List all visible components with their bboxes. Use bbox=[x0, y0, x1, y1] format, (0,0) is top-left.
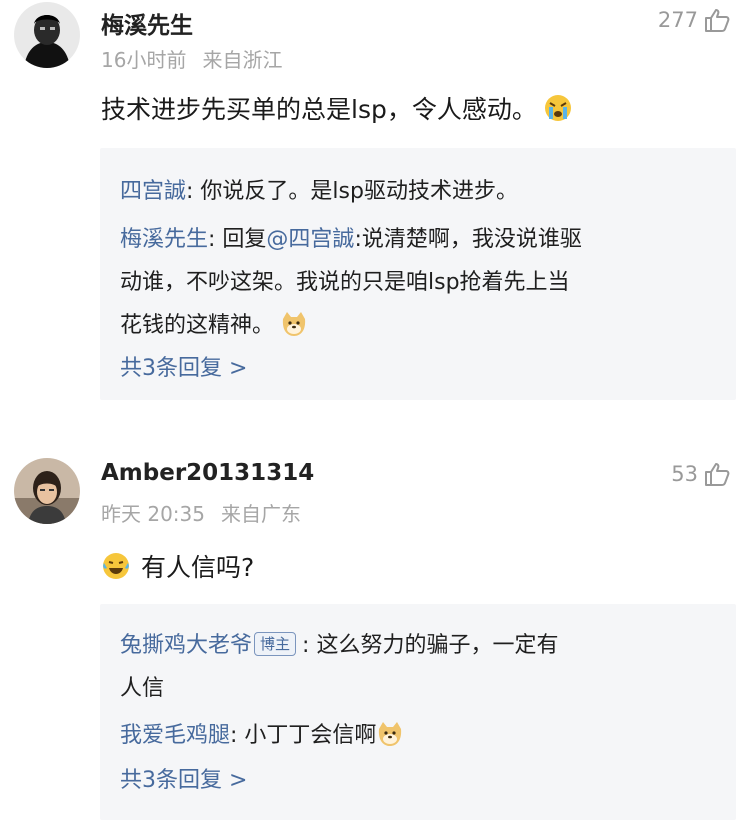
reply-text: 这么努力的骗子，一定有 bbox=[316, 633, 559, 658]
doge-emoji bbox=[376, 720, 404, 748]
comment-time: 16小时前 bbox=[101, 48, 187, 72]
avatar[interactable] bbox=[14, 2, 80, 68]
reply-item: 兔撕鸡大老爷 博主: 这么努力的骗子，一定有 人信 bbox=[120, 624, 716, 710]
reply-text: 动谁，不吵这架。我说的只是咱lsp抢着先上当 bbox=[120, 270, 570, 295]
comment-location: 来自广东 bbox=[221, 502, 301, 526]
like-count: 53 bbox=[671, 462, 698, 486]
username[interactable]: 梅溪先生 bbox=[101, 6, 193, 40]
comment-time: 昨天 20:35 bbox=[101, 502, 205, 526]
more-replies-link[interactable]: 共3条回复 > bbox=[120, 350, 247, 382]
like-button[interactable]: 53 bbox=[671, 462, 730, 486]
reply-text: 花钱的这精神。 bbox=[120, 313, 275, 338]
comment-meta: 昨天 20:35 来自广东 bbox=[101, 498, 301, 527]
reply-item: 我爱毛鸡腿: 小丁丁会信啊 bbox=[120, 714, 716, 757]
like-count: 277 bbox=[657, 8, 698, 32]
comment-item: Amber20131314 昨天 20:35 来自广东 53 有人信吗? 兔撕鸡大… bbox=[0, 448, 746, 828]
reply-box: 四宫誠: 你说反了。是lsp驱动技术进步。 梅溪先生: 回复@四宫誠:说清楚啊，… bbox=[100, 148, 736, 400]
comment-location: 来自浙江 bbox=[202, 48, 283, 72]
reply-box: 兔撕鸡大老爷 博主: 这么努力的骗子，一定有 人信 我爱毛鸡腿: 小丁丁会信啊 共… bbox=[100, 604, 736, 820]
reply-item: 四宫誠: 你说反了。是lsp驱动技术进步。 bbox=[120, 179, 518, 204]
comment-text: 有人信吗? bbox=[101, 548, 254, 584]
comment-meta: 16小时前 来自浙江 bbox=[101, 44, 282, 73]
author-badge: 博主 bbox=[254, 632, 297, 656]
laughing-tears-emoji bbox=[101, 551, 131, 581]
username[interactable]: Amber20131314 bbox=[101, 460, 314, 486]
reply-author[interactable]: 梅溪先生 bbox=[120, 227, 208, 252]
avatar[interactable] bbox=[14, 458, 80, 524]
like-button[interactable]: 277 bbox=[658, 8, 730, 32]
mention-link[interactable]: @四宫誠 bbox=[266, 227, 354, 252]
more-replies-link[interactable]: 共3条回复 > bbox=[120, 762, 247, 794]
thumbs-up-icon bbox=[705, 9, 730, 32]
reply-text: 你说反了。是lsp驱动技术进步。 bbox=[200, 179, 518, 204]
reply-item: 梅溪先生: 回复@四宫誠:说清楚啊，我没说谁驱 动谁，不吵这架。我说的只是咱ls… bbox=[120, 218, 716, 347]
reply-text: 小丁丁会信啊 bbox=[244, 723, 377, 748]
reply-text: 人信 bbox=[120, 676, 165, 701]
reply-author[interactable]: 四宫誠 bbox=[120, 179, 186, 204]
reply-author[interactable]: 兔撕鸡大老爷 bbox=[120, 633, 252, 658]
reply-text: :说清楚啊，我没说谁驱 bbox=[354, 227, 582, 252]
comment-item: 梅溪先生 16小时前 来自浙江 277 技术进步先买单的总是lsp，令人感动。 四… bbox=[0, 0, 746, 420]
doge-emoji bbox=[280, 310, 308, 338]
crying-face-emoji bbox=[543, 93, 573, 123]
reply-author[interactable]: 我爱毛鸡腿 bbox=[120, 723, 230, 748]
thumbs-up-icon bbox=[705, 463, 730, 486]
comment-text: 技术进步先买单的总是lsp，令人感动。 bbox=[101, 90, 573, 126]
